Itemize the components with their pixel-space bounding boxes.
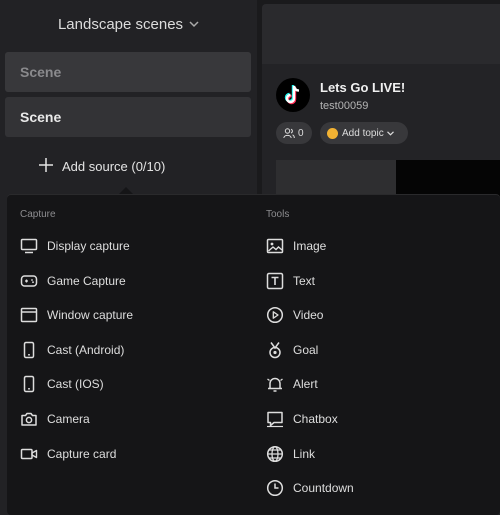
tools-section-title: Tools xyxy=(266,209,290,220)
clock-icon xyxy=(266,479,293,497)
live-topbar xyxy=(262,4,500,64)
viewer-count: 0 xyxy=(298,127,304,139)
menu-item-label: Countdown xyxy=(293,481,354,495)
live-title: Lets Go LIVE! xyxy=(320,80,406,95)
chevron-down-icon xyxy=(189,19,199,31)
bell-icon xyxy=(266,375,293,393)
menu-item-label: Goal xyxy=(293,343,319,357)
tiktok-logo-icon xyxy=(276,78,310,112)
menu-item-label: Image xyxy=(293,239,327,253)
menu-item-label: Alert xyxy=(293,377,318,391)
menu-item-label: Text xyxy=(293,274,316,288)
add-topic-label: Add topic xyxy=(342,127,384,139)
menu-item-game-capture[interactable]: Game Capture xyxy=(20,270,126,292)
text-icon xyxy=(266,272,293,290)
add-topic-button[interactable]: Add topic xyxy=(320,122,408,144)
menu-item-capture-card[interactable]: Capture card xyxy=(20,443,116,465)
menu-item-label: Chatbox xyxy=(293,412,338,426)
menu-item-chatbox[interactable]: Chatbox xyxy=(266,408,338,430)
chevron-down-icon xyxy=(386,128,394,139)
menu-caret xyxy=(118,187,134,195)
viewer-count-badge: 0 xyxy=(276,122,312,144)
menu-item-label: Camera xyxy=(47,412,90,426)
menu-item-countdown[interactable]: Countdown xyxy=(266,477,354,499)
scene-collection-dropdown[interactable]: Landscape scenes xyxy=(0,0,257,48)
plus-icon xyxy=(38,155,54,177)
menu-item-label: Cast (Android) xyxy=(47,343,125,357)
phone-icon xyxy=(20,375,47,393)
menu-item-label: Cast (IOS) xyxy=(47,377,104,391)
menu-item-label: Window capture xyxy=(47,308,134,322)
menu-item-alert[interactable]: Alert xyxy=(266,373,318,395)
username: test00059 xyxy=(320,100,369,112)
window-icon xyxy=(20,306,47,324)
menu-item-window-capture[interactable]: Window capture xyxy=(20,304,133,326)
scene-item-1[interactable]: Scene xyxy=(5,52,251,92)
monitor-icon xyxy=(20,237,47,255)
menu-item-video[interactable]: Video xyxy=(266,304,323,326)
users-icon xyxy=(283,127,295,139)
gamepad-icon xyxy=(20,272,47,290)
capture-section-title: Capture xyxy=(20,209,56,220)
add-source-button[interactable]: Add source (0/10) xyxy=(38,152,165,180)
stream-preview-strip xyxy=(276,160,396,200)
menu-item-image[interactable]: Image xyxy=(266,235,326,257)
scene-item-label: Scene xyxy=(20,64,62,80)
menu-item-label: Link xyxy=(293,447,316,461)
image-icon xyxy=(266,237,293,255)
menu-item-label: Capture card xyxy=(47,447,117,461)
add-source-label: Add source (0/10) xyxy=(62,158,166,174)
chat-icon xyxy=(266,410,293,428)
menu-item-display-capture[interactable]: Display capture xyxy=(20,235,130,257)
scene-collection-title: Landscape scenes xyxy=(57,15,184,33)
menu-item-cast-android[interactable]: Cast (Android) xyxy=(20,339,124,361)
menu-item-text[interactable]: Text xyxy=(266,270,315,292)
menu-item-cast-ios[interactable]: Cast (IOS) xyxy=(20,373,104,395)
menu-item-link[interactable]: Link xyxy=(266,443,315,465)
menu-item-label: Video xyxy=(293,308,324,322)
menu-item-label: Game Capture xyxy=(47,274,126,288)
menu-item-label: Display capture xyxy=(47,239,130,253)
stream-preview xyxy=(396,160,500,200)
scene-item-label: Scene xyxy=(20,109,62,125)
video-camera-icon xyxy=(20,445,47,463)
globe-icon xyxy=(266,445,293,463)
menu-item-goal[interactable]: Goal xyxy=(266,339,318,361)
scene-item-2[interactable]: Scene xyxy=(5,97,251,137)
topic-icon xyxy=(327,127,338,139)
medal-icon xyxy=(266,341,293,359)
menu-item-camera[interactable]: Camera xyxy=(20,408,90,430)
phone-icon xyxy=(20,341,47,359)
camera-icon xyxy=(20,410,47,428)
play-icon xyxy=(266,306,293,324)
